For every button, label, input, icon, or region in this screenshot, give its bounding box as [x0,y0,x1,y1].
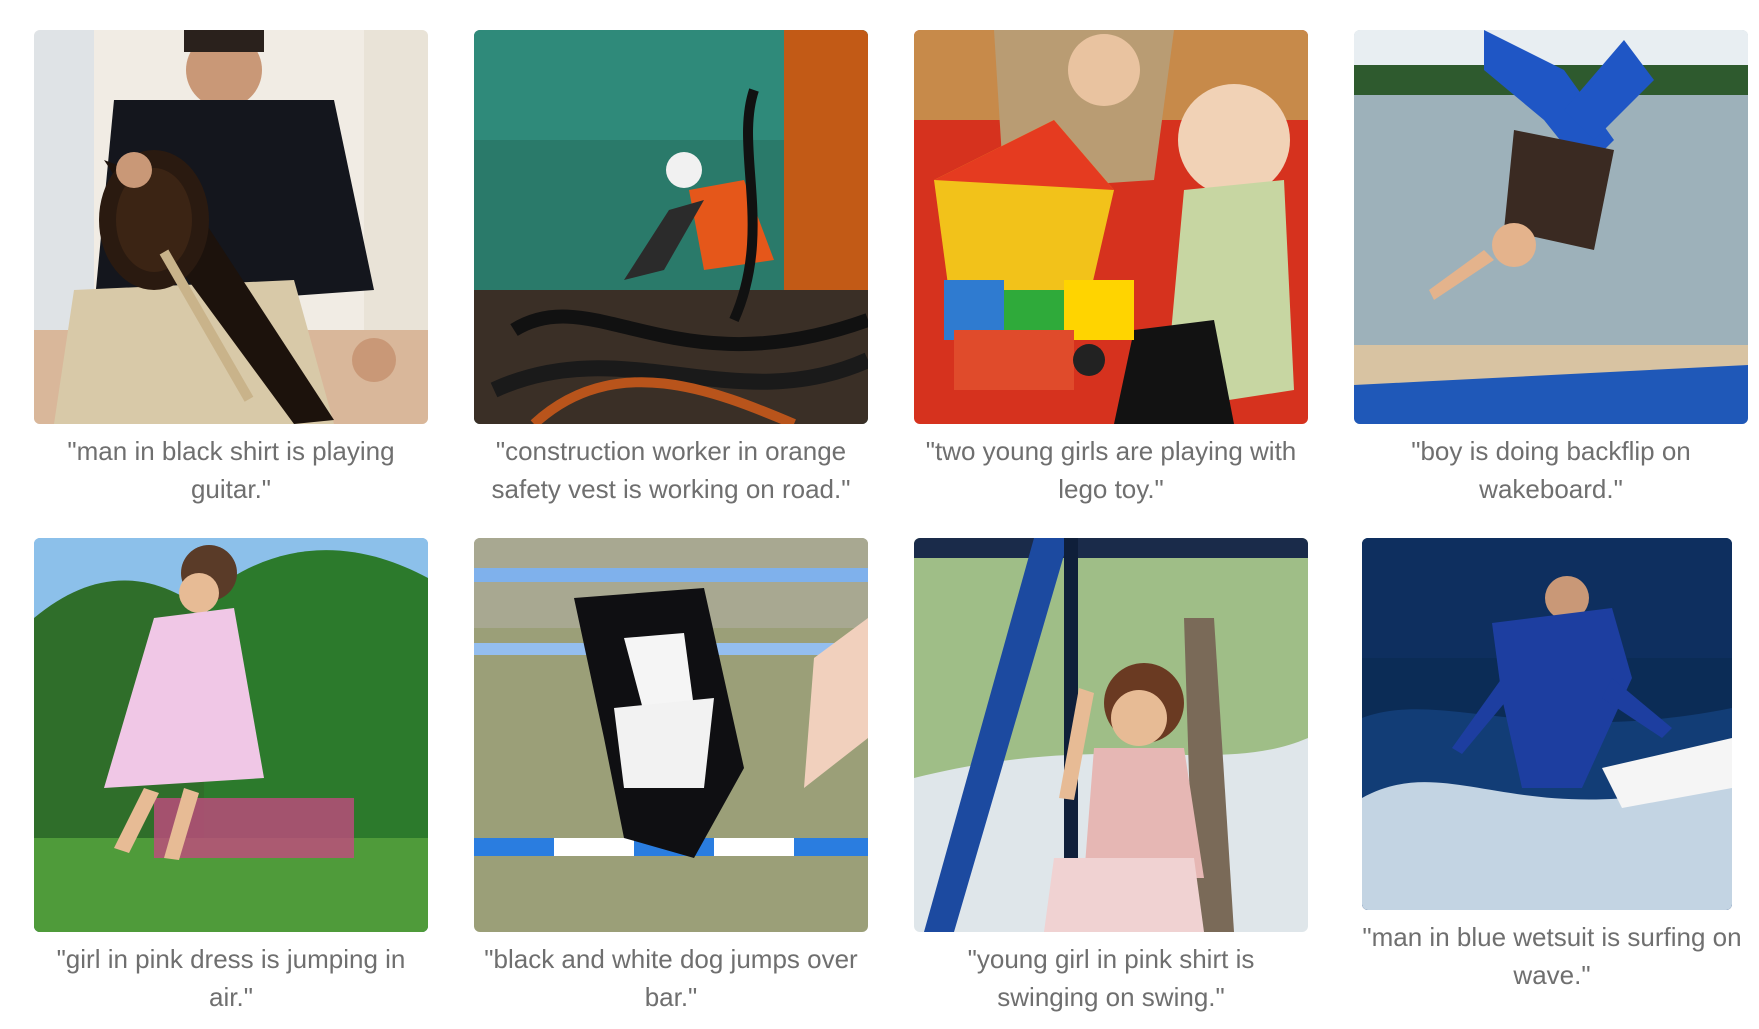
child-playing-lego-photo[interactable] [914,30,1308,424]
gallery-item[interactable]: "man in blue wetsuit is surfing on wave.… [1362,538,1742,994]
photo-caption: "boy is doing backflip on wakeboard." [1411,436,1691,504]
gallery-item[interactable]: "construction worker in orange safety ve… [474,30,868,508]
girl-jumping-photo[interactable] [34,538,428,932]
surfer-photo[interactable] [1362,538,1732,910]
gallery-item[interactable]: "two young girls are playing with lego t… [914,30,1308,508]
boy-backflip-photo[interactable] [1354,30,1748,424]
girl-on-swing-photo[interactable] [914,538,1308,932]
gallery-item[interactable]: "boy is doing backflip on wakeboard." [1354,30,1748,508]
photo-caption: "black and white dog jumps over bar." [484,944,858,1012]
gallery-item[interactable]: "black and white dog jumps over bar." [474,538,868,1016]
photo-caption: "construction worker in orange safety ve… [491,436,851,504]
man-playing-guitar-photo[interactable] [34,30,428,424]
photo-caption: "two young girls are playing with lego t… [925,436,1297,504]
gallery-item[interactable]: "man in black shirt is playing guitar." [34,30,428,508]
gallery-item[interactable]: "young girl in pink shirt is swinging on… [914,538,1308,1016]
photo-caption: "girl in pink dress is jumping in air." [56,944,406,1012]
photo-caption: "man in blue wetsuit is surfing on wave.… [1362,922,1742,990]
photo-caption: "young girl in pink shirt is swinging on… [967,944,1255,1012]
gallery-item[interactable]: "girl in pink dress is jumping in air." [34,538,428,1016]
construction-worker-photo[interactable] [474,30,868,424]
photo-caption: "man in black shirt is playing guitar." [67,436,395,504]
dog-jumping-bar-photo[interactable] [474,538,868,932]
